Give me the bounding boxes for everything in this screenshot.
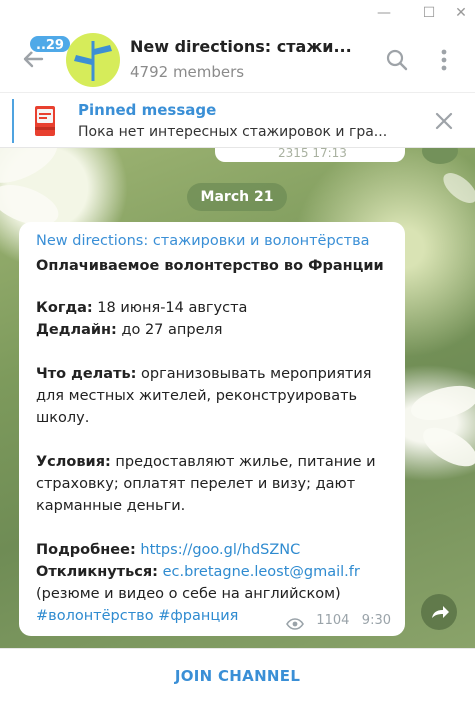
pinned-text: Пока нет интересных стажировок и гра...	[78, 124, 388, 140]
message-apply-note: (резюме и видео о себе на английском)	[36, 586, 341, 602]
message-channel-name[interactable]: New directions: стажировки и волонтёрств…	[36, 233, 370, 249]
search-icon[interactable]	[385, 48, 409, 72]
message-conditions-line: карманные деньги.	[36, 498, 186, 514]
notebook-icon	[33, 105, 57, 137]
message-todo-line: Что делать: организовывать мероприятия	[36, 366, 372, 382]
member-count: 4792 members	[130, 63, 245, 81]
message-hashtags[interactable]: #волонтёрство #франция	[36, 605, 238, 627]
share-button[interactable]	[421, 594, 457, 630]
daisy-petal	[407, 379, 475, 427]
message-todo-line: для местных жителей, реконструировать	[36, 388, 358, 404]
message-headline: Оплачиваемое волонтерство во Франции	[36, 258, 384, 274]
eye-icon	[286, 615, 304, 630]
message-when-line: Когда: 18 июня-14 августа	[36, 300, 248, 316]
more-vertical-icon[interactable]	[436, 46, 452, 74]
daisy-petal	[417, 419, 475, 475]
channel-avatar[interactable]	[66, 33, 120, 87]
pinned-accent-line	[12, 99, 14, 143]
message-meta: 1104 9:30	[316, 613, 391, 628]
message-todo-line: школу.	[36, 410, 90, 426]
email-link[interactable]: ec.bretagne.leost@gmail.fr	[163, 564, 360, 580]
message-more-line: Подробнее: https://goo.gl/hdSZNC	[36, 542, 301, 558]
message-bubble[interactable]: New directions: стажировки и волонтёрств…	[19, 222, 405, 636]
daisy-petal	[438, 167, 475, 209]
chat-area[interactable]: 2315 17:13 March 21 New directions: стаж…	[0, 148, 475, 648]
maximize-button[interactable]: ☐	[417, 2, 441, 24]
share-button[interactable]	[422, 148, 458, 164]
message-apply-line: Откликнуться: ec.bretagne.leost@gmail.fr	[36, 564, 360, 580]
pinned-message-bar[interactable]: Pinned message Пока нет интересных стажи…	[0, 92, 475, 148]
close-window-button[interactable]: ✕	[449, 2, 473, 24]
more-link[interactable]: https://goo.gl/hdSZNC	[140, 542, 300, 558]
message-conditions-line: страховку; оплатят перелет и визу; дают	[36, 476, 356, 492]
previous-message-meta: 2315 17:13	[278, 148, 347, 160]
join-channel-bar: JOIN CHANNEL	[0, 648, 475, 705]
message-conditions-line: Условия: предоставляют жилье, питание и	[36, 454, 376, 470]
minimize-button[interactable]: —	[372, 2, 396, 24]
unread-count-badge: ..29	[28, 34, 72, 54]
pinned-title: Pinned message	[78, 101, 217, 119]
join-channel-button[interactable]: JOIN CHANNEL	[0, 667, 475, 685]
chat-header: ..29 New directions: стажи... 4792 membe…	[0, 28, 475, 92]
channel-title: New directions: стажи...	[130, 37, 352, 56]
date-separator: March 21	[187, 183, 287, 211]
close-icon[interactable]	[433, 110, 455, 132]
message-deadline-line: Дедлайн: до 27 апреля	[36, 322, 223, 338]
window-titlebar: — ☐ ✕	[0, 0, 475, 28]
